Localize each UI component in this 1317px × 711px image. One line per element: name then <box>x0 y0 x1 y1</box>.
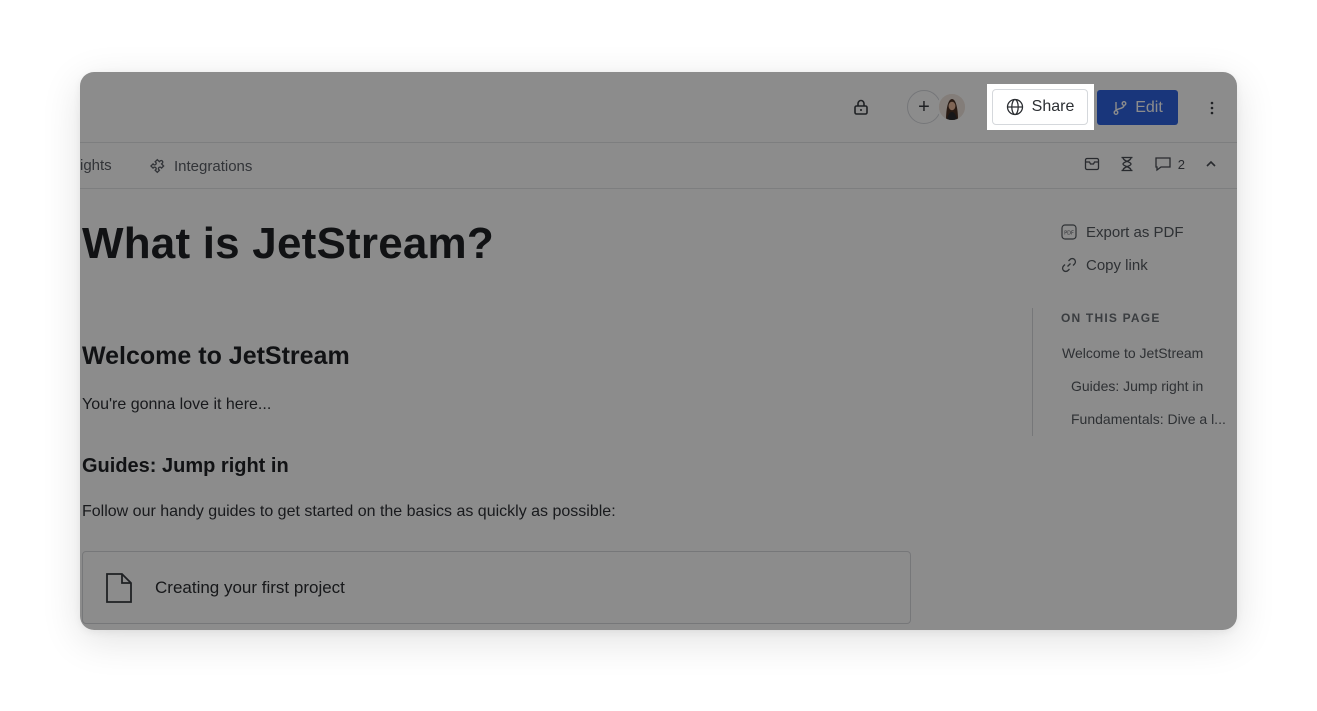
svg-text:PDF: PDF <box>1064 231 1074 237</box>
export-pdf-button[interactable]: PDF Export as PDF <box>1060 223 1184 241</box>
toc-item-guides[interactable]: Guides: Jump right in <box>1071 378 1203 394</box>
toc-item-fundamentals[interactable]: Fundamentals: Dive a l... <box>1071 411 1226 427</box>
top-header: + Share Edit <box>80 72 1237 143</box>
table-of-contents: ON THIS PAGE Welcome to JetStream Guides… <box>1032 308 1237 436</box>
toc-heading: ON THIS PAGE <box>1061 311 1161 325</box>
pdf-icon: PDF <box>1061 224 1077 240</box>
toc-item-welcome[interactable]: Welcome to JetStream <box>1062 345 1203 361</box>
plus-icon: + <box>918 96 930 118</box>
lock-icon[interactable] <box>849 95 873 119</box>
section-heading-guides: Guides: Jump right in <box>82 455 289 477</box>
tab-integrations-label: Integrations <box>174 157 253 175</box>
page-tools: 2 <box>1084 156 1217 172</box>
welcome-paragraph: You're gonna love it here... <box>82 396 272 413</box>
branch-icon <box>1113 100 1127 115</box>
document-icon <box>104 571 134 605</box>
edit-button[interactable]: Edit <box>1097 90 1178 125</box>
comment-icon <box>1155 157 1171 172</box>
copy-link-label: Copy link <box>1086 256 1148 274</box>
card-label: Creating your first project <box>155 578 345 597</box>
page-link-card[interactable]: Creating your first project <box>82 551 911 624</box>
tab-insights-label: ights <box>80 157 112 174</box>
archive-icon[interactable] <box>1084 156 1100 172</box>
chevron-up-icon[interactable] <box>1205 160 1217 168</box>
hourglass-icon[interactable] <box>1120 156 1134 172</box>
edit-label: Edit <box>1135 98 1163 116</box>
link-icon <box>1061 257 1077 273</box>
section-heading-welcome: Welcome to JetStream <box>82 342 350 370</box>
tab-bar: ights Integrations 2 <box>80 143 1237 189</box>
copy-link-button[interactable]: Copy link <box>1060 256 1148 274</box>
app-window: + Share Edit ights Integrations 2 What i… <box>80 72 1237 630</box>
tab-insights[interactable]: ights <box>80 157 112 174</box>
share-label: Share <box>1031 98 1075 115</box>
guides-paragraph: Follow our handy guides to get started o… <box>82 503 616 520</box>
puzzle-icon <box>150 158 165 174</box>
collaborators: + <box>907 90 967 124</box>
add-collaborator-button[interactable]: + <box>907 90 941 124</box>
more-vertical-icon[interactable] <box>1202 97 1222 119</box>
comments-button[interactable]: 2 <box>1154 156 1185 172</box>
share-button[interactable]: Share <box>992 89 1088 125</box>
avatar[interactable] <box>937 92 967 122</box>
page-title: What is JetStream? <box>82 219 494 268</box>
comments-count: 2 <box>1177 156 1185 172</box>
tab-integrations[interactable]: Integrations <box>149 157 252 175</box>
globe-icon <box>1006 98 1023 116</box>
document-page: + Share Edit ights Integrations 2 What i… <box>80 72 1237 630</box>
export-pdf-label: Export as PDF <box>1086 223 1184 241</box>
